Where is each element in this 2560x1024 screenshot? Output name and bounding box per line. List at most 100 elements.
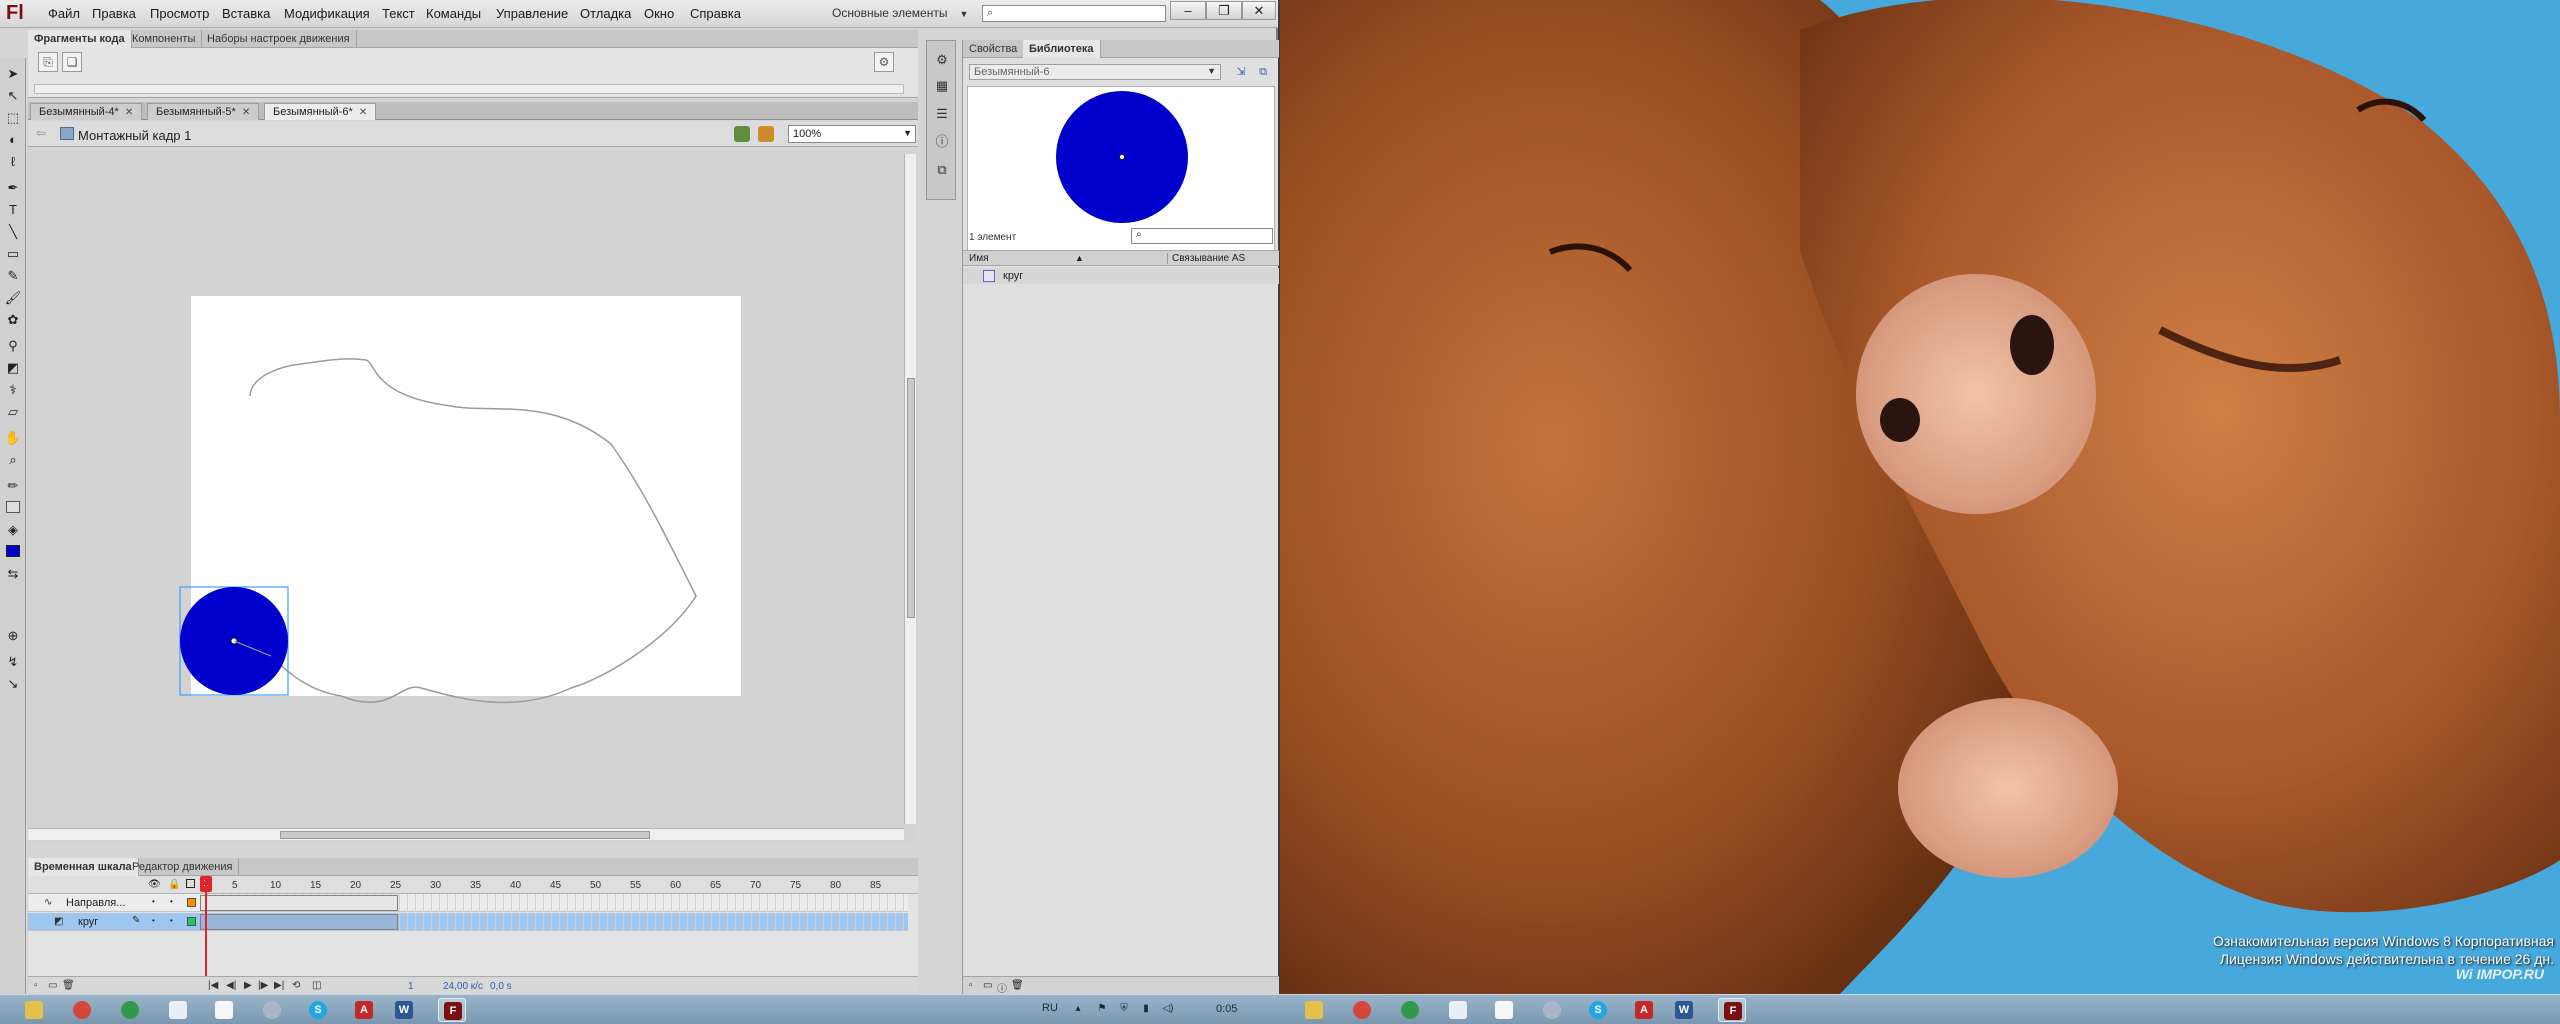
taskbar-flash[interactable]: F: [1718, 998, 1746, 1022]
taskbar-word[interactable]: W: [390, 998, 418, 1022]
tray-clock[interactable]: 0:05: [1216, 1003, 1237, 1015]
taskbar-app[interactable]: [1396, 998, 1424, 1022]
layer-frames[interactable]: [200, 894, 908, 912]
delete-layer-icon[interactable]: 🗑: [62, 980, 75, 991]
new-layer-icon[interactable]: ▫: [34, 980, 38, 991]
vertical-scrollbar[interactable]: [904, 154, 916, 824]
subselection-tool-icon[interactable]: ↖: [3, 86, 23, 106]
text-tool-icon[interactable]: T: [3, 200, 23, 220]
tray-volume-icon[interactable]: ◁): [1162, 1003, 1174, 1015]
layer-color-swatch[interactable]: [187, 917, 196, 926]
tab-motion-editor[interactable]: Редактор движения: [126, 858, 240, 876]
layer-row-circle[interactable]: ◩ круг ✎ • •: [28, 913, 908, 931]
step-back-icon[interactable]: ◀|: [226, 980, 236, 991]
menu-text[interactable]: Текст: [382, 6, 415, 21]
copy-snippet-icon[interactable]: ❏: [62, 52, 82, 72]
lock-dot[interactable]: •: [170, 916, 173, 925]
rectangle-tool-icon[interactable]: ▭: [3, 244, 23, 264]
tray-network-icon[interactable]: ▮: [1140, 1003, 1152, 1015]
visibility-dot[interactable]: •: [152, 897, 155, 906]
properties-icon[interactable]: ⓘ: [997, 980, 1007, 995]
bone-tool-icon[interactable]: ⚲: [3, 336, 23, 356]
transform-icon[interactable]: ⧉: [933, 161, 951, 179]
motion-presets-icon[interactable]: ⚙: [933, 51, 951, 69]
tray-flag-icon[interactable]: ⚑: [1096, 1003, 1108, 1015]
menu-help[interactable]: Справка: [690, 6, 741, 21]
motion-guide-path[interactable]: [249, 358, 697, 704]
help-search-input[interactable]: ⌕: [982, 5, 1166, 22]
fill-color-icon[interactable]: ◈: [3, 520, 23, 540]
new-symbol-icon[interactable]: ▫: [969, 980, 973, 991]
column-linkage[interactable]: Связывание AS: [1167, 253, 1245, 264]
snippets-scrollbar[interactable]: [34, 84, 904, 94]
minimize-button[interactable]: –: [1170, 1, 1206, 20]
tab-code-snippets[interactable]: Фрагменты кода: [28, 30, 132, 48]
pasteboard[interactable]: [28, 148, 918, 842]
taskbar-explorer[interactable]: [1300, 998, 1328, 1022]
edit-scene-icon[interactable]: [734, 126, 750, 142]
menu-commands[interactable]: Команды: [426, 6, 481, 21]
frame-rate-value[interactable]: 24,00 к/с: [443, 981, 483, 992]
library-document-select[interactable]: Безымянный-6 ▼: [969, 64, 1221, 80]
pin-library-icon[interactable]: ⇲: [1233, 64, 1249, 80]
lock-icon[interactable]: 🔒: [168, 879, 180, 890]
eraser-tool-icon[interactable]: ▱: [3, 402, 23, 422]
document-tab-active[interactable]: Безымянный-6* ✕: [264, 103, 377, 120]
line-tool-icon[interactable]: ╲: [3, 222, 23, 242]
go-first-frame-icon[interactable]: |◀: [208, 980, 218, 991]
edit-symbols-icon[interactable]: [758, 126, 774, 142]
deco-tool-icon[interactable]: ✿: [3, 310, 23, 330]
stage[interactable]: [179, 296, 741, 704]
tab-motion-presets[interactable]: Наборы настроек движения: [201, 30, 357, 48]
taskbar-app[interactable]: [116, 998, 144, 1022]
pencil-tool-icon[interactable]: ✎: [3, 266, 23, 286]
delete-icon[interactable]: 🗑: [1011, 980, 1024, 991]
taskbar-app[interactable]: [258, 998, 286, 1022]
timeline-ruler[interactable]: 👁 🔒 5 10 15 20 25 30 35 40 45 50 55 60 6…: [28, 876, 918, 894]
pen-tool-icon[interactable]: ✒: [3, 178, 23, 198]
tab-properties[interactable]: Свойства: [963, 40, 1025, 58]
document-tab[interactable]: Безымянный-4* ✕: [30, 103, 143, 120]
swatches-icon[interactable]: ▦: [933, 77, 951, 95]
tab-components[interactable]: Компоненты: [126, 30, 203, 48]
back-arrow-icon[interactable]: ⇦: [36, 126, 46, 140]
visibility-dot[interactable]: •: [152, 916, 155, 925]
stroke-color-icon[interactable]: ✏: [3, 476, 23, 496]
maximize-button[interactable]: ❐: [1206, 1, 1242, 20]
eye-icon[interactable]: 👁: [148, 879, 161, 890]
document-tab[interactable]: Безымянный-5* ✕: [147, 103, 260, 120]
gear-icon[interactable]: ⚙: [874, 52, 894, 72]
step-forward-icon[interactable]: |▶: [258, 980, 268, 991]
layer-name[interactable]: круг: [78, 916, 98, 928]
tab-library[interactable]: Библиотека: [1023, 40, 1101, 58]
menu-modify[interactable]: Модификация: [284, 6, 370, 21]
tray-arrow-icon[interactable]: ▴: [1072, 1003, 1084, 1015]
add-snippet-icon[interactable]: ⎘: [38, 52, 58, 72]
taskbar-skype[interactable]: S: [304, 998, 332, 1022]
layer-color-swatch[interactable]: [187, 898, 196, 907]
taskbar-word[interactable]: W: [1670, 998, 1698, 1022]
scene-breadcrumb[interactable]: Монтажный кадр 1: [78, 128, 191, 143]
zoom-select[interactable]: 100% ▼: [788, 125, 916, 143]
menu-window[interactable]: Окно: [644, 6, 674, 21]
selection-tool-icon[interactable]: ➤: [3, 64, 23, 84]
outline-icon[interactable]: [186, 879, 195, 888]
taskbar-explorer[interactable]: [20, 998, 48, 1022]
library-item[interactable]: круг: [963, 268, 1279, 284]
scroll-thumb[interactable]: [280, 831, 650, 839]
menu-control[interactable]: Управление: [496, 6, 568, 21]
taskbar-chrome[interactable]: [1348, 998, 1376, 1022]
fill-swatch[interactable]: [3, 542, 23, 562]
taskbar-app[interactable]: [1538, 998, 1566, 1022]
tab-timeline[interactable]: Временная шкала: [28, 858, 139, 876]
close-icon[interactable]: ✕: [125, 107, 133, 118]
sort-icon[interactable]: ▲: [1075, 253, 1084, 263]
close-button[interactable]: ✕: [1242, 1, 1276, 20]
new-folder-icon[interactable]: ▭: [983, 980, 992, 991]
hand-tool-icon[interactable]: ✋: [3, 428, 23, 448]
paint-bucket-icon[interactable]: ◩: [3, 358, 23, 378]
frame-span[interactable]: [200, 895, 398, 911]
column-name[interactable]: Имя: [969, 253, 988, 264]
taskbar-acrobat[interactable]: A: [1630, 998, 1658, 1022]
tray-shield-icon[interactable]: ⛨: [1118, 1003, 1130, 1015]
